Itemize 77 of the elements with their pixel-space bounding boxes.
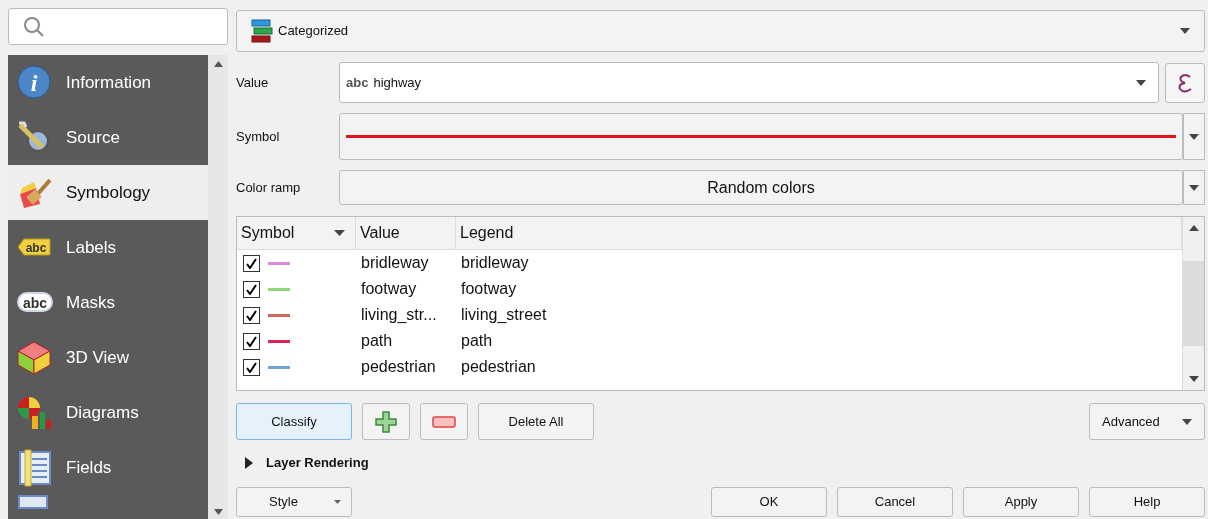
scroll-down-icon[interactable]: [213, 509, 223, 515]
table-cell-text: path: [460, 331, 494, 351]
renderer-label: Categorized: [278, 22, 350, 41]
checkmark-icon: [246, 283, 257, 295]
scroll-up-icon[interactable]: [1188, 225, 1199, 231]
advanced-button[interactable]: Advanced: [1089, 403, 1205, 440]
sidebar-item-icon: [18, 495, 48, 509]
checkbox[interactable]: [243, 358, 260, 376]
dialog-button[interactable]: Cancel: [837, 487, 953, 517]
sidebar-item[interactable]: Symbology: [8, 165, 208, 220]
table-cell-text: bridleway: [360, 253, 430, 273]
minus-icon: [432, 415, 456, 428]
expand-arrow-icon[interactable]: [244, 457, 254, 469]
epsilon-icon: [1177, 71, 1193, 94]
dropdown-arrow-icon: [1182, 418, 1192, 425]
scrollbar-thumb[interactable]: [1183, 261, 1204, 346]
checkbox[interactable]: [243, 332, 260, 350]
expression-button[interactable]: [1165, 62, 1205, 103]
table-cell-text: bridleway: [460, 253, 530, 273]
checkmark-icon: [246, 257, 257, 269]
column-header[interactable]: Symbol: [237, 217, 356, 249]
sidebar-item[interactable]: abc Masks: [8, 275, 208, 330]
checkmark-icon: [246, 309, 257, 321]
symbol-menu-button[interactable]: [1183, 113, 1205, 160]
dropdown-arrow-icon: [1136, 79, 1146, 86]
sidebar-item[interactable]: i Information: [8, 55, 208, 110]
add-category-button[interactable]: [362, 403, 410, 440]
scrollbar[interactable]: [208, 55, 228, 519]
table-cell-text: pedestrian: [460, 357, 537, 377]
sidebar-item[interactable]: abc Labels: [8, 220, 208, 275]
sidebar-item[interactable]: 3D View: [8, 330, 208, 385]
checkbox[interactable]: [243, 254, 260, 272]
field-label: Value: [236, 73, 270, 92]
search-field[interactable]: [8, 8, 228, 45]
plus-icon: [375, 410, 397, 433]
dialog-button[interactable]: Help: [1089, 487, 1205, 517]
table-cell-text: path: [360, 331, 394, 351]
dialog-button[interactable]: Apply: [963, 487, 1079, 517]
sidebar-item[interactable]: Source: [8, 110, 208, 165]
color-ramp-button[interactable]: Random colors: [339, 170, 1183, 205]
checkbox[interactable]: [243, 280, 260, 298]
scroll-down-icon[interactable]: [1188, 376, 1199, 382]
remove-category-button[interactable]: [420, 403, 468, 440]
table-cell-text: living_str...: [360, 305, 438, 325]
scroll-up-icon[interactable]: [213, 61, 223, 67]
table-cell-text: footway: [460, 279, 518, 299]
dropdown-arrow-icon: [1180, 28, 1190, 34]
search-icon: [23, 15, 45, 38]
renderer-dropdown[interactable]: Categorized: [236, 10, 1205, 52]
sidebar-item[interactable]: Fields: [8, 440, 208, 495]
checkmark-icon: [246, 361, 257, 373]
style-button[interactable]: Style: [236, 487, 352, 517]
sidebar-item[interactable]: Diagrams: [8, 385, 208, 440]
section-header[interactable]: Layer Rendering: [266, 453, 369, 473]
table-cell-text: footway: [360, 279, 418, 299]
table-fields-icon: [16, 448, 54, 487]
field-value: highway: [373, 73, 423, 92]
dialog-button[interactable]: OK: [711, 487, 827, 517]
dropdown-arrow-icon: [1189, 133, 1199, 140]
color-ramp-label: Color ramp: [236, 178, 302, 197]
table-cell-text: pedestrian: [360, 357, 437, 377]
column-header[interactable]: Value: [356, 217, 456, 249]
symbol-button[interactable]: [339, 113, 1183, 160]
field-type-label: abc: [346, 73, 369, 92]
classify-button[interactable]: Classify: [236, 403, 352, 440]
table-cell-text: living_street: [460, 305, 548, 325]
categorized-icon: [251, 19, 273, 43]
field-selector[interactable]: abc highway: [339, 62, 1159, 103]
checkbox[interactable]: [243, 306, 260, 324]
checkmark-icon: [246, 335, 257, 347]
symbol-label: Symbol: [236, 127, 281, 146]
delete-all-button[interactable]: Delete All: [478, 403, 594, 440]
sort-arrow-icon: [334, 230, 345, 236]
dropdown-arrow-icon: [1189, 184, 1199, 191]
color-ramp-menu-button[interactable]: [1183, 170, 1205, 205]
scrollbar[interactable]: [1182, 217, 1204, 390]
dropdown-arrow-icon: [334, 500, 341, 504]
